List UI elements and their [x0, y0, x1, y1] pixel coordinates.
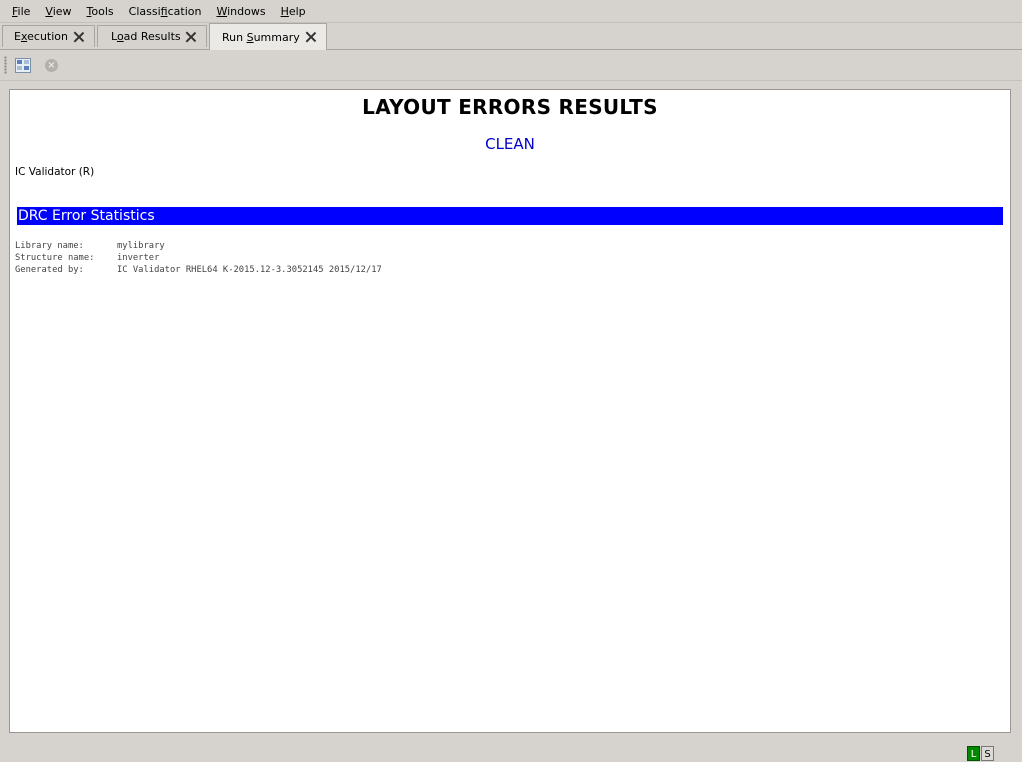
tab-execution[interactable]: Execution — [2, 25, 95, 47]
info-row-generated-by: Generated by: IC Validator RHEL64 K-2015.… — [15, 265, 382, 275]
tab-execution-label: Execution — [14, 30, 68, 43]
tab-load-results[interactable]: Load Results — [97, 25, 207, 47]
menu-windows[interactable]: Windows — [210, 5, 271, 18]
toolbar-grip-handle[interactable] — [4, 56, 7, 74]
report-info-block: Library name: mylibrary Structure name: in… — [15, 240, 382, 276]
toolbar: × — [0, 50, 1022, 81]
info-row-structure: Structure name: inverter — [15, 253, 160, 263]
report-status: CLEAN — [485, 135, 535, 153]
tab-run-summary-label: Run Summary — [222, 30, 300, 44]
tab-run-summary[interactable]: Run Summary — [209, 23, 327, 50]
section-header-drc-error-statistics: DRC Error Statistics — [17, 207, 1003, 225]
grid-view-icon[interactable] — [15, 58, 31, 73]
run-summary-report: LAYOUT ERRORS RESULTS CLEAN IC Validator… — [9, 89, 1011, 733]
menu-tools[interactable]: Tools — [81, 5, 120, 18]
status-bar: L S — [0, 734, 1022, 762]
close-icon[interactable] — [185, 31, 196, 42]
status-indicator-s[interactable]: S — [981, 746, 994, 761]
tab-load-results-label: Load Results — [111, 30, 181, 43]
menu-bar: File View Tools Classification Windows H… — [0, 0, 1022, 23]
close-icon[interactable] — [305, 32, 316, 43]
stop-icon[interactable]: × — [45, 59, 58, 72]
tab-bar: Execution Load Results Run Summary — [0, 22, 1022, 50]
menu-classification[interactable]: Classification — [123, 5, 208, 18]
report-title: LAYOUT ERRORS RESULTS — [362, 95, 658, 119]
menu-help[interactable]: Help — [275, 5, 312, 18]
status-indicator-l[interactable]: L — [967, 746, 980, 761]
close-icon[interactable] — [73, 31, 84, 42]
menu-view[interactable]: View — [39, 5, 77, 18]
menu-file[interactable]: File — [6, 5, 36, 18]
tool-name: IC Validator (R) — [15, 166, 95, 178]
info-row-library: Library name: mylibrary — [15, 241, 165, 251]
